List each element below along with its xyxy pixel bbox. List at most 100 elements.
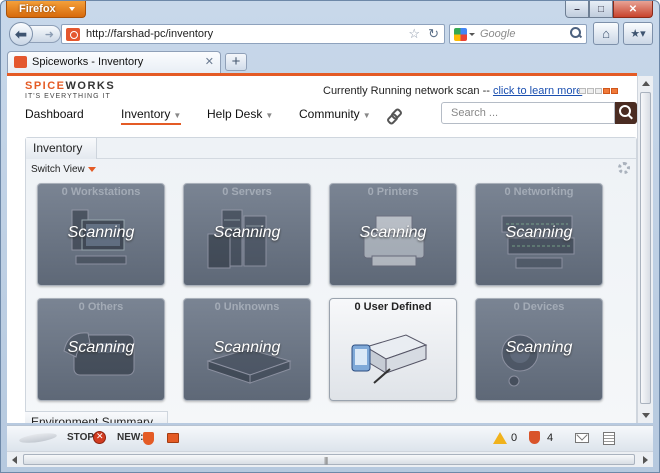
close-window-button[interactable]: ✕ bbox=[613, 1, 653, 18]
new-device-icon[interactable] bbox=[167, 433, 179, 443]
report-icon[interactable] bbox=[603, 432, 615, 445]
security-shield-icon[interactable] bbox=[529, 431, 540, 444]
scan-progress-indicator bbox=[579, 88, 618, 94]
horizontal-scrollbar[interactable]: ||| bbox=[7, 451, 653, 467]
browser-search-placeholder[interactable]: Google bbox=[480, 28, 515, 40]
site-search-input[interactable]: Search ... bbox=[441, 102, 615, 124]
nav-label: Dashboard bbox=[25, 107, 84, 121]
page-content: SPICEWORKS IT'S EVERYTHING IT Currently … bbox=[7, 73, 637, 423]
new-tab-button[interactable]: + bbox=[225, 53, 247, 71]
scroll-left-icon[interactable] bbox=[12, 456, 17, 464]
card-status: Scanning bbox=[359, 224, 427, 241]
nav-community[interactable]: Community ▼ bbox=[299, 107, 371, 121]
scroll-down-icon[interactable] bbox=[642, 413, 650, 418]
inventory-card-user-defined[interactable]: 0 User Defined bbox=[329, 298, 457, 401]
logo-part-a: SPICE bbox=[25, 80, 66, 92]
inventory-card-networking[interactable]: 0 Networking Scanning bbox=[475, 183, 603, 286]
spiceworks-toolbar: STOP NEW: 0 4 bbox=[7, 425, 653, 451]
nav-help-desk[interactable]: Help Desk ▼ bbox=[207, 107, 273, 121]
arrow-left-icon: ⬅ bbox=[15, 25, 27, 42]
inventory-card-devices[interactable]: 0 Devices Scanning bbox=[475, 298, 603, 401]
card-status: Scanning bbox=[505, 339, 573, 356]
warning-icon[interactable] bbox=[493, 432, 507, 444]
title-bar: Firefox – □ ✕ bbox=[1, 1, 659, 19]
logo-part-b: WORKS bbox=[65, 80, 116, 92]
browser-search-bar[interactable]: Google bbox=[449, 24, 587, 44]
switch-view-label: Switch View bbox=[31, 164, 85, 175]
spiceworks-logo[interactable]: SPICEWORKS IT'S EVERYTHING IT bbox=[25, 80, 115, 100]
site-search-placeholder: Search ... bbox=[451, 107, 499, 119]
mail-icon[interactable] bbox=[575, 433, 589, 443]
vertical-scrollbar[interactable] bbox=[637, 76, 653, 423]
inventory-card-others[interactable]: 0 Others Scanning bbox=[37, 298, 165, 401]
chevron-down-icon bbox=[69, 7, 75, 11]
back-button[interactable]: ⬅ bbox=[9, 22, 33, 46]
site-search-button[interactable] bbox=[615, 102, 637, 124]
site-favicon-icon bbox=[14, 56, 27, 68]
logo-wordmark: SPICEWORKS bbox=[25, 80, 115, 92]
scan-status-text: Currently Running network scan -- bbox=[323, 85, 493, 97]
card-status: Scanning bbox=[67, 339, 135, 356]
progress-square-active bbox=[603, 88, 610, 94]
bookmarks-icon: ★▾ bbox=[630, 28, 646, 40]
inventory-card-workstations[interactable]: 0 Workstations Scanning bbox=[37, 183, 165, 286]
tab-spiceworks-inventory[interactable]: Spiceworks - Inventory ✕ bbox=[7, 51, 221, 73]
gear-icon[interactable] bbox=[618, 162, 630, 174]
nav-label: Community bbox=[299, 107, 360, 121]
switch-view-dropdown[interactable]: Switch View bbox=[31, 164, 96, 175]
home-button[interactable]: ⌂ bbox=[593, 22, 619, 45]
google-engine-icon[interactable] bbox=[454, 28, 467, 41]
forward-button[interactable]: ➜ bbox=[29, 25, 61, 43]
navigation-toolbar: ➜ ⬅ http://farshad-pc/inventory ☆ ↻ Goog… bbox=[5, 21, 655, 49]
progress-square bbox=[579, 88, 586, 94]
search-icon[interactable] bbox=[570, 27, 582, 39]
url-text[interactable]: http://farshad-pc/inventory bbox=[86, 28, 213, 40]
tab-title: Spiceworks - Inventory bbox=[32, 56, 144, 68]
new-ticket-icon[interactable] bbox=[143, 432, 154, 445]
warning-count: 0 bbox=[511, 432, 518, 444]
reload-icon[interactable]: ↻ bbox=[428, 26, 439, 42]
nav-label: Inventory bbox=[121, 107, 171, 121]
card-label: 0 Printers bbox=[367, 186, 419, 198]
browser-window: Firefox – □ ✕ ➜ ⬅ http://farshad-pc/inve… bbox=[0, 0, 660, 473]
inventory-card-unknowns[interactable]: 0 Unknowns Scanning bbox=[183, 298, 311, 401]
firefox-menu-button[interactable]: Firefox bbox=[6, 1, 86, 18]
site-favicon-icon bbox=[66, 28, 80, 41]
window-controls: – □ ✕ bbox=[565, 1, 653, 19]
card-label: 0 Networking bbox=[504, 186, 574, 198]
scrollbar-thumb[interactable] bbox=[640, 92, 651, 404]
card-label: 0 Unknowns bbox=[214, 301, 280, 313]
new-label: NEW: bbox=[117, 432, 144, 443]
link-icon[interactable] bbox=[387, 109, 399, 121]
bookmarks-button[interactable]: ★▾ bbox=[623, 22, 653, 45]
card-status: Scanning bbox=[505, 224, 573, 241]
learn-more-link[interactable]: click to learn more bbox=[493, 85, 582, 97]
nav-dashboard[interactable]: Dashboard bbox=[25, 107, 84, 121]
tab-strip: Spiceworks - Inventory ✕ + bbox=[1, 51, 659, 73]
url-bar[interactable]: http://farshad-pc/inventory ☆ ↻ bbox=[61, 24, 445, 44]
chevron-down-icon bbox=[87, 166, 96, 172]
scroll-right-icon[interactable] bbox=[643, 456, 648, 464]
scrollbar-thumb[interactable]: ||| bbox=[23, 454, 635, 465]
card-status: Scanning bbox=[67, 224, 135, 241]
card-label: 0 Workstations bbox=[61, 186, 141, 198]
tab-environment-summary[interactable]: Environment Summary bbox=[25, 411, 169, 423]
minimize-button[interactable]: – bbox=[565, 1, 589, 18]
chevron-down-icon: ▼ bbox=[173, 111, 182, 120]
card-label: 0 Others bbox=[78, 301, 124, 313]
logo-tagline: IT'S EVERYTHING IT bbox=[25, 93, 111, 100]
scroll-up-icon[interactable] bbox=[642, 81, 650, 86]
tab-inventory[interactable]: Inventory bbox=[26, 138, 98, 159]
close-icon[interactable]: ✕ bbox=[205, 55, 214, 68]
inventory-card-servers[interactable]: 0 Servers Scanning bbox=[183, 183, 311, 286]
bookmark-star-icon[interactable]: ☆ bbox=[408, 26, 420, 42]
stop-icon[interactable] bbox=[93, 431, 106, 444]
progress-square bbox=[595, 88, 602, 94]
chevron-down-icon[interactable] bbox=[469, 33, 475, 36]
card-label: 0 Servers bbox=[222, 186, 272, 198]
inventory-card-printers[interactable]: 0 Printers Scanning bbox=[329, 183, 457, 286]
maximize-button[interactable]: □ bbox=[589, 1, 613, 18]
progress-square bbox=[587, 88, 594, 94]
stop-scan-label[interactable]: STOP bbox=[67, 432, 94, 443]
nav-inventory[interactable]: Inventory ▼ bbox=[121, 107, 182, 125]
